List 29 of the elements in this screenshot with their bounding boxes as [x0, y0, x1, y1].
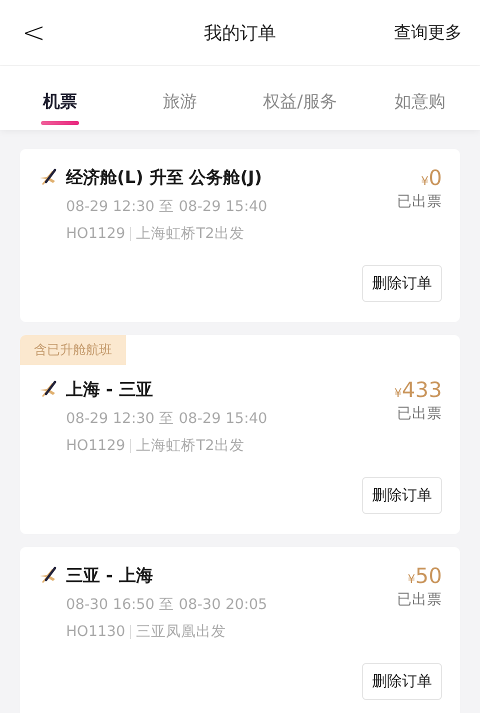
departure-airport: 上海虹桥T2出发 [136, 225, 244, 243]
delete-order-button[interactable]: 删除订单 [362, 265, 442, 302]
flight-time: 08-29 12:30 至 08-29 15:40 [66, 198, 268, 216]
order-card[interactable]: 经济舱(L) 升至 公务舱(J) 08-29 12:30 至 08-29 15:40 HO1129 上海虹桥T2出发 ¥0 已出票 删除订单 [20, 149, 460, 322]
order-price: ¥433 [394, 378, 442, 402]
order-price: ¥0 [420, 166, 442, 190]
order-title: 三亚 - 上海 [66, 565, 153, 587]
delete-order-button[interactable]: 删除订单 [362, 663, 442, 700]
page-title: 我的订单 [204, 22, 276, 44]
departure-airport: 上海虹桥T2出发 [136, 437, 244, 455]
order-card[interactable]: 含已升舱航班 上海 - 三亚 08-29 12:30 至 08-29 15:40 HO1129 上海虹桥T2出发 ¥433 已出票 删除订单 [20, 335, 460, 534]
ticket-status: 已出票 [397, 193, 442, 211]
flight-time: 08-29 12:30 至 08-29 15:40 [66, 410, 268, 428]
flight-number: HO1129 [66, 226, 126, 242]
order-price: ¥50 [408, 564, 442, 588]
query-more-link[interactable]: 查询更多 [394, 21, 462, 44]
tab[interactable]: 机票 [0, 66, 120, 130]
flight-number: HO1129 [66, 438, 126, 454]
departure-airport: 三亚凤凰出发 [136, 623, 226, 641]
order-title: 上海 - 三亚 [66, 379, 153, 401]
order-title: 经济舱(L) 升至 公务舱(J) [66, 167, 262, 189]
delete-order-button[interactable]: 删除订单 [362, 477, 442, 514]
flight-time: 08-30 16:50 至 08-30 20:05 [66, 596, 268, 614]
back-button[interactable]: < [22, 16, 42, 49]
order-card[interactable]: 三亚 - 上海 08-30 16:50 至 08-30 20:05 HO1130 三亚凤凰出发 ¥50 已出票 删除订单 [20, 547, 460, 713]
upgrade-tag: 含已升舱航班 [20, 335, 126, 365]
ticket-status: 已出票 [397, 591, 442, 609]
flight-number: HO1130 [66, 624, 126, 640]
ticket-status: 已出票 [397, 405, 442, 423]
